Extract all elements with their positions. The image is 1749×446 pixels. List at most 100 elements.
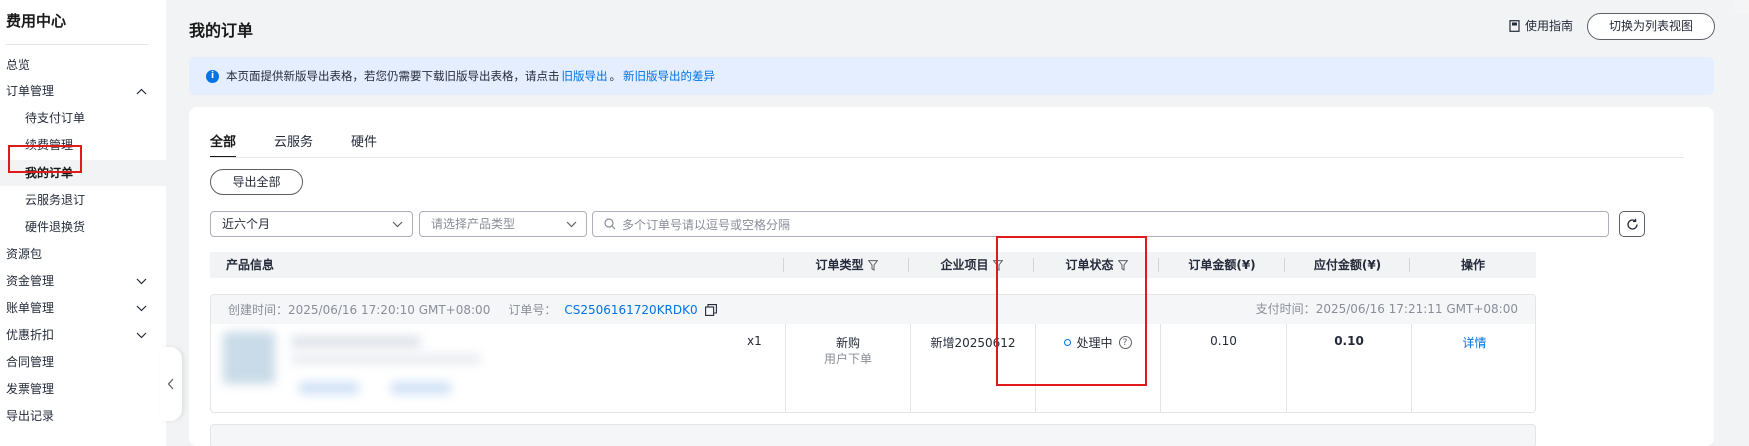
- sidebar-item-label: 导出记录: [6, 409, 55, 423]
- quantity: x1: [747, 334, 762, 348]
- copy-icon[interactable]: [704, 303, 717, 316]
- refresh-icon: [1626, 218, 1638, 230]
- main-content: 我的订单 使用指南 切换为列表视图 i 本页面提供新版导出表格，若您仍需要下载旧…: [166, 0, 1749, 446]
- product-name-blurred: [291, 336, 421, 348]
- col-payable-amount-label: 应付金额(¥): [1313, 258, 1382, 272]
- sidebar-item-label: 硬件退换货: [25, 220, 86, 234]
- col-enterprise-project-label: 企业项目: [940, 258, 989, 272]
- guide-link[interactable]: 使用指南: [1509, 17, 1573, 34]
- product-tag-blurred: [391, 382, 451, 394]
- page-title: 我的订单: [189, 21, 254, 40]
- sidebar-title: 费用中心: [6, 12, 67, 30]
- orders-card: 全部 云服务 硬件 导出全部 近六个月 请选择产品类型 多个订单号请以逗号或空格…: [189, 107, 1714, 446]
- col-actions-label: 操作: [1460, 258, 1485, 272]
- order-amount: 0.10: [1210, 334, 1237, 348]
- notice-separator: 。: [609, 69, 622, 83]
- product-tag-blurred: [299, 382, 359, 394]
- product-type-placeholder: 请选择产品类型: [431, 217, 516, 231]
- search-icon: [604, 218, 616, 230]
- order-no-label: 订单号：: [508, 303, 557, 317]
- col-product-label: 产品信息: [226, 258, 275, 272]
- tab-hardware[interactable]: 硬件: [351, 131, 377, 158]
- sidebar-item[interactable]: 导出记录: [0, 403, 166, 429]
- sidebar-item[interactable]: 优惠折扣: [0, 322, 166, 348]
- sidebar-item-label: 合同管理: [6, 355, 55, 369]
- sidebar-item[interactable]: 硬件退换货: [0, 214, 166, 240]
- order-tabs: 全部 云服务 硬件: [210, 131, 415, 158]
- product-type-select[interactable]: 请选择产品类型: [419, 211, 587, 237]
- sidebar-item[interactable]: 账单管理: [0, 295, 166, 321]
- sidebar-item[interactable]: 订单管理: [0, 78, 166, 104]
- sidebar-item-label: 账单管理: [6, 301, 55, 315]
- col-order-type: 订单类型: [784, 252, 909, 278]
- sidebar-item[interactable]: 总览: [0, 52, 166, 78]
- sidebar-item-label: 发票管理: [6, 382, 55, 396]
- col-actions: 操作: [1410, 252, 1536, 278]
- filter-icon[interactable]: [867, 259, 878, 271]
- created-time: 2025/06/16 17:20:10 GMT+08:00: [288, 302, 491, 317]
- sidebar-item-label: 云服务退订: [25, 193, 86, 207]
- sidebar-item-label: 待支付订单: [25, 111, 86, 125]
- tab-cloud-service[interactable]: 云服务: [274, 131, 313, 158]
- order-no-link[interactable]: CS2506161720KRDK0: [564, 303, 697, 317]
- next-order-row-partial: [210, 424, 1536, 446]
- chevron-down-icon: [134, 268, 148, 294]
- highlight-box-sidebar: [8, 145, 82, 173]
- chevron-down-icon: [134, 322, 148, 348]
- pay-time-label: 支付时间：: [1255, 302, 1316, 316]
- cell-actions: 详情: [1411, 324, 1535, 412]
- created-time-label: 创建时间：: [228, 303, 289, 317]
- guide-link-label: 使用指南: [1525, 19, 1574, 33]
- period-select-value: 近六个月: [222, 217, 271, 231]
- sidebar-item[interactable]: 资金管理: [0, 268, 166, 294]
- sidebar-divider: [6, 44, 148, 45]
- document-icon: [1509, 19, 1520, 32]
- scrollbar-corner: [1735, 0, 1749, 14]
- order-row-header: 创建时间： 2025/06/16 17:20:10 GMT+08:00 订单号：…: [211, 295, 1535, 324]
- old-export-link[interactable]: 旧版导出: [562, 68, 608, 84]
- cell-payable-amount: 0.10: [1286, 324, 1411, 412]
- order-sub-type: 用户下单: [823, 352, 872, 366]
- search-placeholder: 多个订单号请以逗号或空格分隔: [622, 217, 791, 232]
- notice-text: 本页面提供新版导出表格，若您仍需要下载旧版导出表格，请点击: [226, 69, 560, 83]
- sidebar: 费用中心 总览 订单管理 待支付订单 续费管理 我的订单 云服务退订 硬件退换货 资源包 资金管…: [0, 0, 166, 446]
- sidebar-item-label: 总览: [6, 58, 31, 72]
- export-diff-link[interactable]: 新旧版导出的差异: [623, 68, 715, 84]
- switch-list-view-button[interactable]: 切换为列表视图: [1587, 13, 1715, 40]
- pay-time-value: 2025/06/16 17:21:11 GMT+08:00: [1315, 302, 1518, 316]
- chevron-down-icon: [134, 295, 148, 321]
- tab-all[interactable]: 全部: [210, 131, 237, 158]
- col-product: 产品信息: [210, 252, 784, 278]
- info-icon: i: [206, 69, 219, 83]
- cell-order-amount: 0.10: [1160, 324, 1286, 412]
- pay-time: 支付时间：2025/06/16 17:21:11 GMT+08:00: [1256, 295, 1518, 324]
- sidebar-item[interactable]: 待支付订单: [0, 105, 166, 131]
- period-select[interactable]: 近六个月: [210, 211, 413, 237]
- chevron-up-icon: [134, 78, 148, 104]
- detail-link[interactable]: 详情: [1462, 336, 1486, 350]
- table-header: 产品信息 订单类型 企业项目 订单状态 订单金额(¥) 应付金额(¥) 操作: [210, 252, 1536, 278]
- sidebar-item[interactable]: 资源包: [0, 241, 166, 267]
- order-search-input[interactable]: 多个订单号请以逗号或空格分隔: [592, 211, 1609, 237]
- refresh-button[interactable]: [1619, 211, 1645, 237]
- notice-banner: i 本页面提供新版导出表格，若您仍需要下载旧版导出表格，请点击 旧版导出 。 新…: [189, 57, 1714, 95]
- chevron-down-icon: [566, 221, 577, 227]
- cell-order-type: 新购 用户下单: [785, 324, 910, 412]
- sidebar-item-label: 订单管理: [6, 84, 55, 98]
- payable-amount: 0.10: [1334, 334, 1364, 348]
- col-order-type-label: 订单类型: [815, 258, 864, 272]
- export-all-button[interactable]: 导出全部: [210, 169, 303, 195]
- sidebar-item-label: 优惠折扣: [6, 328, 55, 342]
- sidebar-item[interactable]: 发票管理: [0, 376, 166, 402]
- product-desc-blurred: [291, 354, 481, 364]
- col-order-amount: 订单金额(¥): [1159, 252, 1285, 278]
- order-row: 创建时间： 2025/06/16 17:20:10 GMT+08:00 订单号：…: [210, 294, 1536, 413]
- sidebar-item-label: 资金管理: [6, 274, 55, 288]
- order-row-body: x1 新购 用户下单 新增20250612 处理中 ? 0.10 0.10 详情: [211, 324, 1535, 412]
- col-payable-amount: 应付金额(¥): [1285, 252, 1410, 278]
- tabs-divider: [210, 157, 1684, 158]
- col-order-amount-label: 订单金额(¥): [1188, 258, 1256, 272]
- sidebar-item-label: 资源包: [6, 247, 43, 261]
- sidebar-item[interactable]: 合同管理: [0, 349, 166, 375]
- sidebar-item[interactable]: 云服务退订: [0, 187, 166, 213]
